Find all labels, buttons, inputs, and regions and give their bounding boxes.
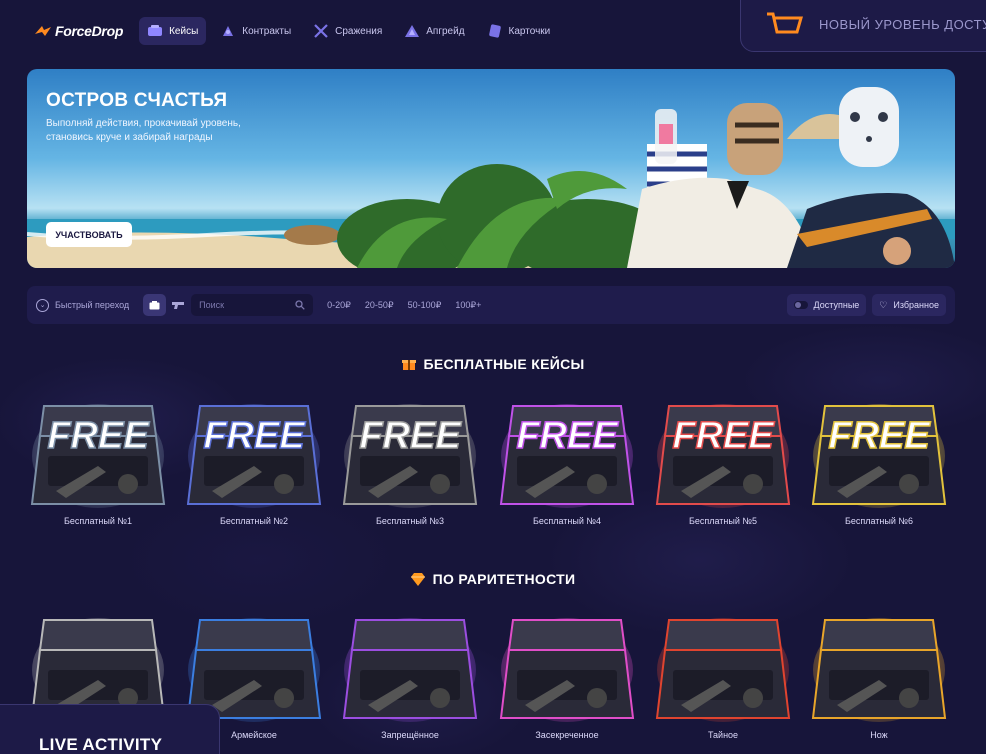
- nav-item-upgrade[interactable]: Апгрейд: [396, 17, 472, 45]
- case-image: FREE: [655, 404, 791, 508]
- case-image: [342, 618, 478, 722]
- participate-button[interactable]: УЧАСТВОВАТЬ: [46, 222, 132, 247]
- search-icon: [295, 300, 305, 310]
- favorites-label: Избранное: [893, 300, 939, 310]
- case-image: FREE: [342, 404, 478, 508]
- case-icon: [148, 25, 163, 36]
- contract-icon: [223, 26, 234, 36]
- case-card[interactable]: Тайное: [653, 610, 793, 740]
- case-label: Бесплатный №1: [63, 516, 133, 526]
- heart-icon: ♡: [879, 299, 888, 310]
- quick-jump-label: Быстрый переход: [55, 300, 130, 310]
- case-image: [499, 618, 635, 722]
- nav-label: Сражения: [335, 25, 383, 37]
- gun-icon: [171, 301, 184, 309]
- case-label: Бесплатный №4: [532, 516, 602, 526]
- case-card[interactable]: FREE Бесплатный №4: [497, 396, 637, 526]
- case-card[interactable]: Нож: [809, 610, 949, 740]
- case-image: FREE: [186, 404, 322, 508]
- gift-icon: [401, 360, 416, 370]
- price-filter-0-20[interactable]: 0-20₽: [327, 300, 351, 311]
- main-nav: Кейсы Контракты Сражения Апгрейд Карточк…: [139, 17, 558, 45]
- view-weapons-toggle[interactable]: [166, 294, 189, 316]
- price-filter-100-plus[interactable]: 100₽+: [455, 300, 481, 311]
- case-image: [655, 618, 791, 722]
- case-image: [811, 618, 947, 722]
- section-free-cases: БЕСПЛАТНЫЕ КЕЙСЫ: [0, 356, 986, 372]
- search-box[interactable]: [191, 294, 314, 316]
- banner-title: ОСТРОВ СЧАСТЬЯ: [46, 90, 228, 111]
- section-title: БЕСПЛАТНЫЕ КЕЙСЫ: [423, 356, 585, 372]
- favorites-button[interactable]: ♡ Избранное: [872, 294, 946, 316]
- case-label: Тайное: [707, 730, 739, 740]
- case-art-text: FREE: [516, 415, 619, 457]
- case-card[interactable]: Засекреченное: [497, 610, 637, 740]
- nav-label: Карточки: [508, 25, 551, 37]
- section-title: ПО РАРИТЕТНОСТИ: [432, 571, 576, 587]
- swords-icon: [314, 24, 328, 38]
- banner-subtitle: Выполняй действия, прокачивай уровень, с…: [46, 118, 241, 143]
- case-image: FREE: [811, 404, 947, 508]
- case-label: Бесплатный №2: [219, 516, 289, 526]
- section-by-rarity: ПО РАРИТЕТНОСТИ: [0, 571, 986, 587]
- case-image: FREE: [499, 404, 635, 508]
- upgrade-icon: [405, 25, 420, 37]
- filter-bar: ⌄ Быстрый переход 0-20₽ 20-50₽ 50-100₽ 1…: [27, 286, 955, 324]
- price-filter-20-50[interactable]: 20-50₽: [365, 300, 394, 311]
- case-art-text: FREE: [672, 415, 775, 457]
- logo-flame-icon: [35, 26, 51, 36]
- case-art-text: FREE: [828, 415, 931, 457]
- logo[interactable]: ForceDrop: [34, 23, 123, 39]
- search-input[interactable]: [199, 300, 290, 310]
- promo-text: НОВЫЙ УРОВЕНЬ ДОСТУ: [819, 16, 986, 32]
- nav-item-cards[interactable]: Карточки: [479, 17, 559, 45]
- diamond-icon: [410, 572, 425, 586]
- case-art-text: FREE: [359, 415, 462, 457]
- nav-item-contracts[interactable]: Контракты: [212, 17, 299, 45]
- logo-text: ForceDrop: [55, 23, 124, 39]
- case-icon: [149, 300, 160, 309]
- nav-item-battles[interactable]: Сражения: [305, 17, 390, 45]
- nav-item-cases[interactable]: Кейсы: [139, 17, 207, 45]
- price-filter-50-100[interactable]: 50-100₽: [408, 300, 442, 311]
- case-card[interactable]: FREE Бесплатный №6: [809, 396, 949, 526]
- case-label: Запрещённое: [381, 730, 439, 740]
- case-art-text: FREE: [47, 415, 150, 457]
- event-banner[interactable]: ОСТРОВ СЧАСТЬЯ Выполняй действия, прокач…: [27, 69, 955, 268]
- case-card[interactable]: Запрещённое: [340, 610, 480, 740]
- case-card[interactable]: FREE Бесплатный №3: [340, 396, 480, 526]
- nav-label: Контракты: [242, 25, 292, 37]
- case-art-text: FREE: [203, 415, 306, 457]
- cards-icon: [488, 24, 501, 38]
- case-label: Бесплатный №5: [688, 516, 758, 526]
- case-card[interactable]: FREE Бесплатный №2: [184, 396, 324, 526]
- case-label: Бесплатный №3: [375, 516, 445, 526]
- live-activity-panel[interactable]: LIVE ACTIVITY: [0, 704, 220, 754]
- case-label: Засекреченное: [535, 730, 599, 740]
- price-filters: 0-20₽ 20-50₽ 50-100₽ 100₽+: [327, 300, 481, 311]
- level-promo[interactable]: НОВЫЙ УРОВЕНЬ ДОСТУ: [740, 0, 986, 52]
- chevron-down-icon: ⌄: [36, 298, 49, 312]
- toggle-switch[interactable]: [793, 301, 808, 309]
- case-card[interactable]: FREE Бесплатный №1: [28, 396, 168, 526]
- live-activity-title: LIVE ACTIVITY: [39, 735, 163, 754]
- case-label: Бесплатный №6: [844, 516, 914, 526]
- nav-label: Апгрейд: [426, 25, 465, 37]
- nav-label: Кейсы: [169, 25, 199, 37]
- cart-icon: [767, 12, 803, 34]
- right-filters: Доступные ♡ Избранное: [786, 294, 946, 316]
- available-toggle[interactable]: Доступные: [786, 294, 867, 316]
- case-image: FREE: [30, 404, 166, 508]
- available-label: Доступные: [813, 300, 860, 310]
- view-toggle: [143, 294, 189, 316]
- case-card[interactable]: FREE Бесплатный №5: [653, 396, 793, 526]
- view-cases-toggle[interactable]: [143, 294, 167, 316]
- case-label: Нож: [870, 730, 888, 740]
- quick-jump[interactable]: ⌄ Быстрый переход: [36, 298, 130, 312]
